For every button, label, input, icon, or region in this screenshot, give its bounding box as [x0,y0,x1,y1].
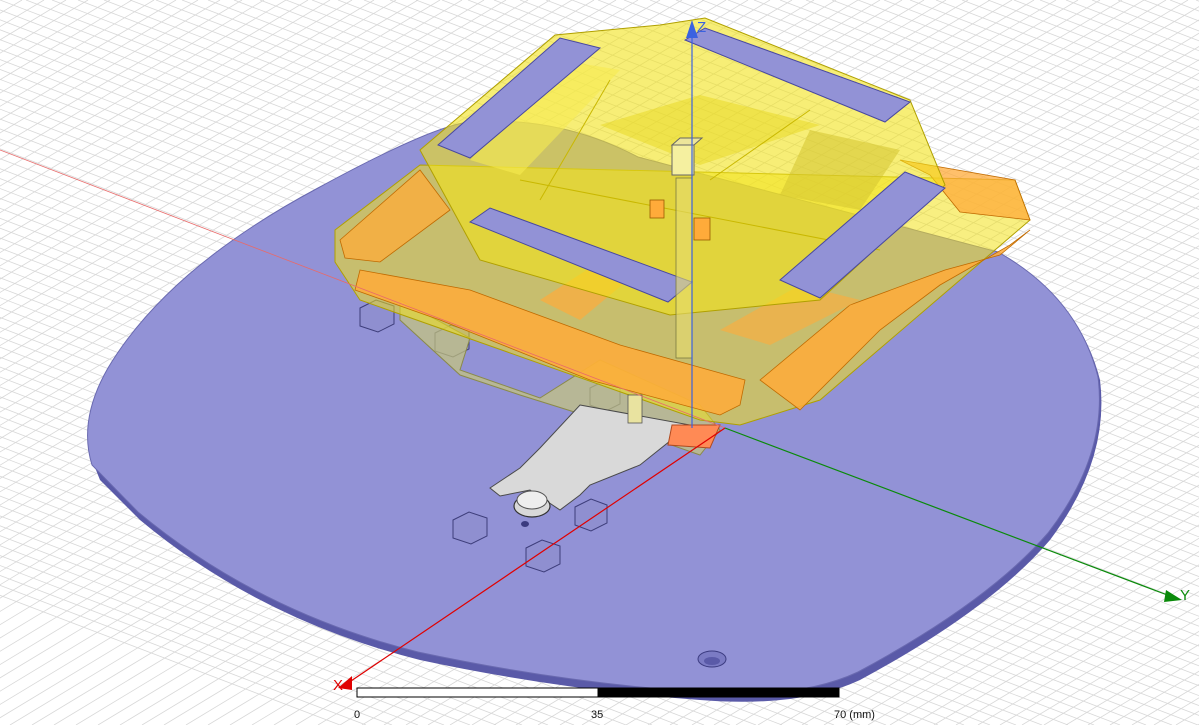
scale-bar [356,687,840,698]
scale-tick-end: 70 (mm) [834,709,875,721]
y-axis-label: Y [1180,587,1190,604]
feed-pin [521,521,529,527]
scale-bar-white-segment [356,687,599,698]
scale-tick-mid: 35 [591,709,604,721]
mounting-hole-inner [704,657,720,665]
scale-bar-black-segment [597,687,840,698]
x-axis-label: X [333,677,343,694]
3d-modeler-viewport[interactable]: X Y Z [0,0,1199,725]
z-axis-label: Z [697,19,706,36]
scale-tick-0: 0 [354,709,361,721]
sma-connector-top [516,490,548,510]
